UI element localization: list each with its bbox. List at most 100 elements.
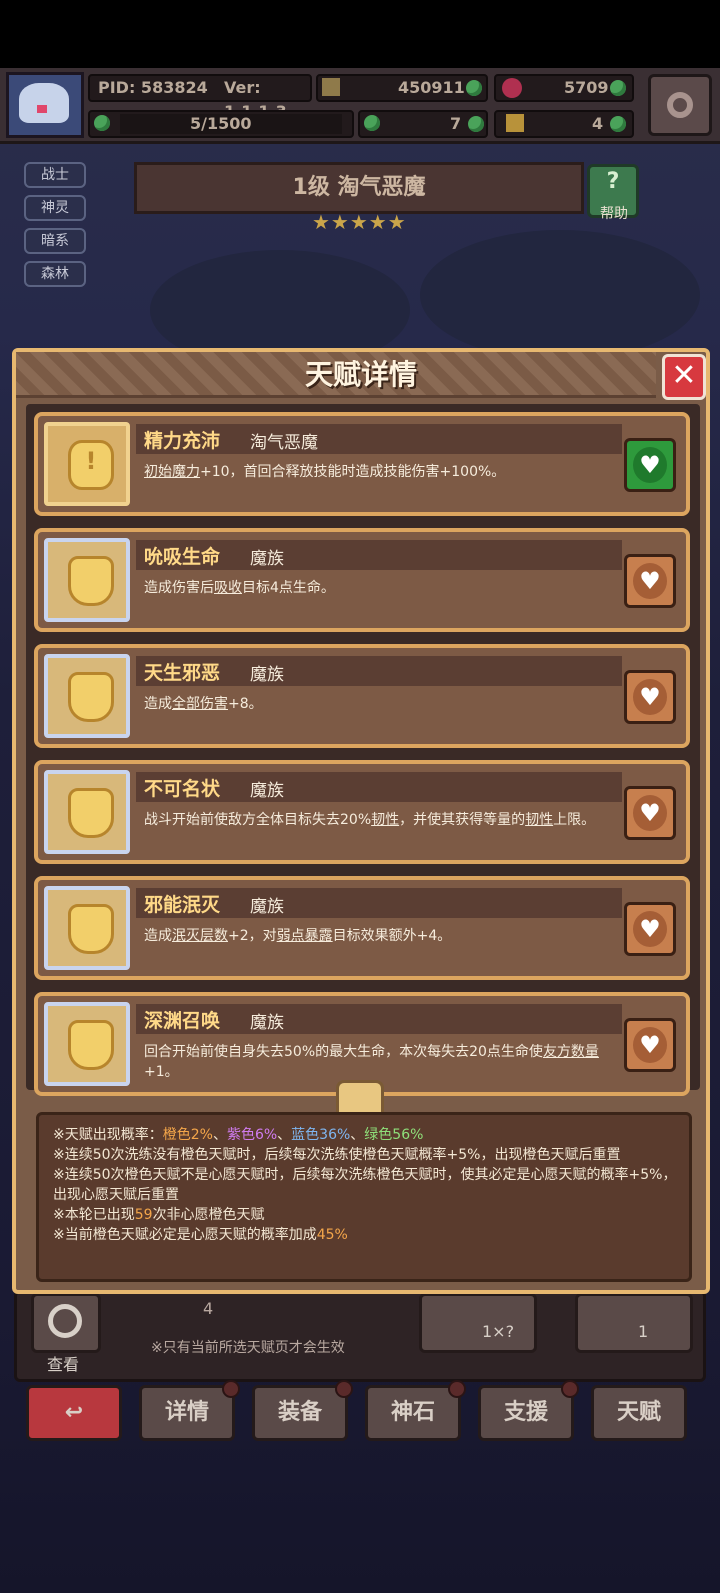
talent-desc-text: 回合开始前使自身失去50%的最大生命，本次每失去20点生命使 [144,1044,543,1060]
wish-heart-button[interactable]: ♥ [624,1018,676,1072]
keyword-link[interactable]: 弱点暴露 [277,928,333,944]
keyword-link[interactable]: 友方数量 [543,1044,599,1060]
player-avatar[interactable] [6,72,84,138]
reroll-count: 4 [203,1299,214,1318]
talent-desc-text: 造成 [144,696,172,712]
talent-desc-text: +2，对 [228,928,277,944]
talent-desc-text: 上限。 [553,812,596,828]
info-line-pity-orange: ※连续50次洗练没有橙色天赋时，后续每次洗练使橙色天赋概率+5%，出现橙色天赋后… [53,1147,621,1163]
heart-icon: ♥ [639,1031,661,1059]
info-line-bonus: ※当前橙色天赋必定是心愿天赋的概率加成45% [53,1227,348,1243]
keyword-link[interactable]: 全部伤害 [172,696,228,712]
talent-name: 深渊召唤 [144,1010,221,1032]
talent-icon-box [44,1002,130,1086]
talent-reroll-button[interactable]: 1 [575,1293,693,1353]
close-button[interactable]: ✕ [662,354,706,400]
game-screen: PID: 583824 Ver: 1.1.1.3 450911 5709 5/1… [0,0,720,1593]
modal-title: 天赋详情 [304,358,417,391]
tab-support[interactable]: 支援 [478,1380,579,1441]
currency-1-value: 450911 [398,78,465,97]
heart-icon: ♥ [639,451,661,479]
info-line-rates: ※天赋出现概率：橙色2%、紫色6%、蓝色36%、绿色56% [53,1127,424,1143]
wish-heart-button[interactable]: ♥ [624,438,676,492]
info-line-count: ※本轮已出现59次非心愿橙色天赋 [53,1207,265,1223]
talent-card: 不可名状 魔族 战斗开始前使敌方全体目标失去20%韧性，并使其获得等量的韧性上限… [34,760,690,864]
help-button[interactable]: ? 帮助 [587,164,639,222]
talent-desc-text: 目标4点生命。 [242,580,335,596]
talent-source: 魔族 [250,1013,284,1033]
tab-details-label: 详情 [164,1400,209,1425]
pid-pill: PID: 583824 Ver: 1.1.1.3 [88,74,312,121]
demon-crest-icon [68,904,114,954]
keyword-link[interactable]: 吸收 [214,580,242,596]
coin-icon [322,78,340,96]
talent-desc-text: 造成伤害后 [144,580,214,596]
keyword-link[interactable]: 韧性 [525,812,553,828]
auto-reroll-button[interactable]: 1×? [419,1293,537,1353]
talent-icon-box [44,770,130,854]
tab-equipment[interactable]: 装备 [252,1380,353,1441]
talent-name: 天生邪恶 [144,662,221,684]
auto-reroll-cost: 1×? [482,1322,515,1341]
tag-habitat: 森林 [24,261,86,287]
demon-crest-icon [68,1020,114,1070]
clover-icon [610,116,626,132]
wish-heart-button[interactable]: ♥ [624,902,676,956]
background-tree [420,230,700,360]
keyword-link[interactable]: 初始魔力 [144,464,200,480]
gear-icon [667,92,693,118]
tab-talent[interactable]: 天赋 [591,1385,687,1441]
talent-source: 淘气恶魔 [250,433,318,453]
currency-2-value: 5709 [564,78,609,97]
view-button[interactable] [31,1293,101,1353]
heart-icon: ♥ [639,915,661,943]
tab-details[interactable]: 详情 [139,1380,240,1441]
notification-dot [561,1380,579,1398]
tab-talent-label: 天赋 [616,1400,661,1425]
view-label: 查看 [47,1355,80,1374]
talent-desc-text: 目标效果额外+4。 [332,928,452,944]
pid-text: PID: 583824 [98,78,208,97]
item-pill: 4 [494,110,634,138]
back-button[interactable]: ↩ [26,1385,122,1441]
gem-icon [502,78,522,98]
talent-icon-box: ! [44,422,130,506]
talent-description: 造成全部伤害+8。 [144,694,616,714]
talent-source: 魔族 [250,897,284,917]
talent-desc-text: +8。 [228,696,263,712]
talent-icon-box [44,654,130,738]
item-count: 4 [592,114,604,133]
tag-class: 战士 [24,162,86,188]
notification-dot [335,1380,353,1398]
probability-info-box: ※天赋出现概率：橙色2%、紫色6%、蓝色36%、绿色56% ※连续50次洗练没有… [36,1112,692,1282]
talent-source: 魔族 [250,665,284,685]
close-icon: ✕ [671,358,697,393]
heart-icon: ♥ [639,799,661,827]
talent-icon-box [44,886,130,970]
demon-crest-icon [68,556,114,606]
wish-heart-button[interactable]: ♥ [624,786,676,840]
four-leaf-clover-icon [364,115,380,131]
keyword-link[interactable]: 韧性 [371,812,399,828]
tab-godstone[interactable]: 神石 [365,1380,466,1441]
back-arrow-icon: ↩ [64,1400,84,1425]
keyword-link[interactable]: 泯灭层数 [172,928,228,944]
talent-description: 回合开始前使自身失去50%的最大生命，本次每失去20点生命使友方数量 +1。 [144,1042,616,1082]
talent-desc-text: 战斗开始前使敌方全体目标失去20% [144,812,372,828]
help-label: 帮助 [600,206,628,222]
demon-crest-icon [68,672,114,722]
wish-heart-button[interactable]: ♥ [624,554,676,608]
reroll-note: ※只有当前所选天赋页才会生效 [151,1340,345,1356]
talent-description: 造成泯灭层数+2，对弱点暴露目标效果额外+4。 [144,926,616,946]
tab-godstone-label: 神石 [390,1400,435,1425]
energy-value: 5/1500 [190,114,252,133]
settings-button[interactable] [648,74,712,136]
currency-2-pill: 5709 [494,74,634,102]
talent-desc-text: +10，首回合释放技能时造成技能伤害+100%。 [200,464,506,480]
wish-heart-button[interactable]: ♥ [624,670,676,724]
talent-desc-text: ，并使其获得等量的 [399,812,526,828]
clover-icon [466,80,482,96]
talent-name: 吮吸生命 [144,546,221,568]
character-name-banner: 1级 淘气恶魔 [134,162,584,214]
star-exclamation-icon: ! [68,440,114,490]
